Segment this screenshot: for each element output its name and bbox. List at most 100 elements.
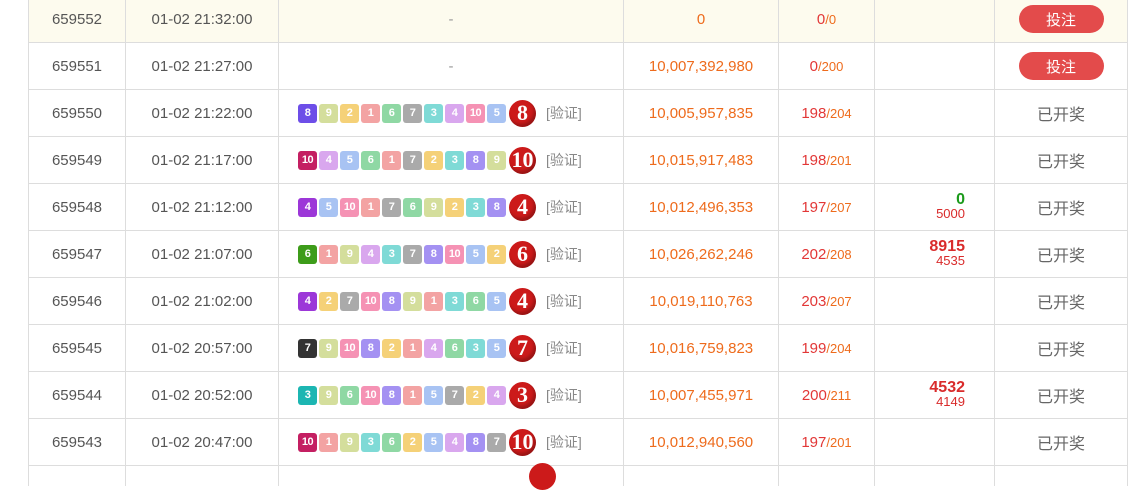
my-bet-result: [875, 325, 995, 371]
result-balls: 10 1 9 3 6 2 5 4 8 7: [298, 432, 506, 452]
issue-id: 659549: [28, 137, 126, 183]
result-ball: 5: [424, 385, 443, 405]
result-ball: 3: [361, 432, 380, 452]
result-ball: 2: [424, 150, 443, 170]
result-ball: 6: [382, 432, 401, 452]
result-ball: 5: [487, 103, 506, 123]
pool-amount: 10,012,940,560: [624, 419, 779, 465]
result-ball: 3: [445, 291, 464, 311]
winners-total: /211: [826, 387, 852, 403]
result-ball: 8: [382, 291, 401, 311]
action-cell: 已开奖: [995, 325, 1128, 371]
verify-link[interactable]: [验证]: [546, 385, 582, 405]
winners-total: /204: [826, 340, 852, 356]
pool-amount: 10,007,392,980: [624, 43, 779, 89]
status-drawn: 已开奖: [1036, 295, 1085, 312]
table-row: 659552 01-02 21:32:00-0 0/0 投注: [28, 0, 1128, 43]
result-sum-ball: 3: [509, 381, 536, 409]
draw-result: 8 9 2 1 6 7 3 4 10 5 8 [验证]: [279, 90, 624, 136]
result-ball: 4: [445, 432, 464, 452]
result-ball: 8: [466, 150, 485, 170]
draw-time: 01-02 21:17:00: [126, 137, 279, 183]
result-ball: 4: [361, 244, 380, 264]
winners-count: 200/211: [779, 372, 875, 418]
draw-time: 01-02 21:32:00: [126, 0, 279, 42]
table-row: 659549 01-02 21:17:00 10 4 5 6 1 7 2 3 8 9 10 [验证] 10,…: [28, 137, 1128, 184]
issue-id: 659544: [28, 372, 126, 418]
result-ball: 5: [424, 432, 443, 452]
result-ball: 7: [298, 338, 317, 358]
winners-count: 203/207: [779, 278, 875, 324]
table-row: 659543 01-02 20:47:00 10 1 9 3 6 2 5 4 8 7 10 [验证] 10,…: [28, 419, 1128, 466]
result-ball: 7: [445, 385, 464, 405]
pool-amount: 10,012,496,353: [624, 184, 779, 230]
result-ball: 9: [319, 338, 338, 358]
my-bet-result: [875, 90, 995, 136]
result-ball: 2: [340, 103, 359, 123]
result-ball: 10: [340, 197, 359, 217]
issue-id: 659543: [28, 419, 126, 465]
action-cell: 已开奖: [995, 372, 1128, 418]
action-cell: 已开奖: [995, 278, 1128, 324]
result-balls: 10 4 5 6 1 7 2 3 8 9: [298, 150, 506, 170]
result-sum-ball: 4: [509, 287, 536, 315]
result-ball: 3: [466, 197, 485, 217]
pool-amount: 10,019,110,763: [624, 278, 779, 324]
result-ball: 8: [298, 103, 317, 123]
my-bet-result: [875, 0, 995, 42]
result-ball: 1: [403, 338, 422, 358]
result-ball: 9: [403, 291, 422, 311]
result-ball: 4: [424, 338, 443, 358]
issue-id: 659546: [28, 278, 126, 324]
result-ball: 1: [424, 291, 443, 311]
winners-total: /204: [826, 105, 852, 121]
status-drawn: 已开奖: [1036, 154, 1085, 171]
verify-link[interactable]: [验证]: [546, 338, 582, 358]
my-bet-amount: 5000: [936, 206, 965, 221]
result-ball: 4: [487, 385, 506, 405]
pool-amount: 0: [624, 0, 779, 42]
verify-link[interactable]: [验证]: [546, 432, 582, 452]
winners-number: 0: [809, 57, 819, 75]
issue-id: 659548: [28, 184, 126, 230]
draw-time: 01-02 20:47:00: [126, 419, 279, 465]
winners-total: /0: [825, 11, 837, 27]
verify-link[interactable]: [验证]: [546, 103, 582, 123]
table-row-partial: [28, 466, 1128, 486]
issue-id: 659551: [28, 43, 126, 89]
winners-number: 197: [801, 198, 827, 216]
draw-time: 01-02 20:57:00: [126, 325, 279, 371]
draw-time: 01-02 21:07:00: [126, 231, 279, 277]
partial-cell: [28, 466, 126, 486]
result-ball: 6: [445, 338, 464, 358]
verify-link[interactable]: [验证]: [546, 291, 582, 311]
my-bet-amount: 4535: [936, 253, 965, 268]
my-win-amount: 0: [956, 191, 965, 208]
result-ball: 5: [340, 150, 359, 170]
verify-link[interactable]: [验证]: [546, 244, 582, 264]
draw-time: 01-02 21:12:00: [126, 184, 279, 230]
draw-result: 7 9 10 8 2 1 4 6 3 5 7 [验证]: [279, 325, 624, 371]
status-drawn: 已开奖: [1036, 436, 1085, 453]
my-bet-result: [875, 43, 995, 89]
result-ball: 2: [382, 338, 401, 358]
my-bet-amount: 4149: [936, 394, 965, 409]
verify-link[interactable]: [验证]: [546, 197, 582, 217]
action-cell: 已开奖: [995, 231, 1128, 277]
result-sum-ball: 4: [509, 193, 536, 221]
draw-result: 4 5 10 1 7 6 9 2 3 8 4 [验证]: [279, 184, 624, 230]
bet-button[interactable]: 投注: [1018, 5, 1104, 33]
status-drawn: 已开奖: [1036, 342, 1085, 359]
result-ball: 9: [340, 244, 359, 264]
winners-number: 202: [801, 245, 827, 263]
partial-cell: [995, 466, 1128, 486]
bet-button[interactable]: 投注: [1018, 52, 1104, 80]
result-ball: 2: [466, 385, 485, 405]
verify-link[interactable]: [验证]: [546, 150, 582, 170]
result-ball: 9: [424, 197, 443, 217]
draw-time: 01-02 21:22:00: [126, 90, 279, 136]
result-ball: 4: [445, 103, 464, 123]
result-ball: 4: [298, 291, 317, 311]
result-ball: 3: [424, 103, 443, 123]
status-drawn: 已开奖: [1036, 248, 1085, 265]
